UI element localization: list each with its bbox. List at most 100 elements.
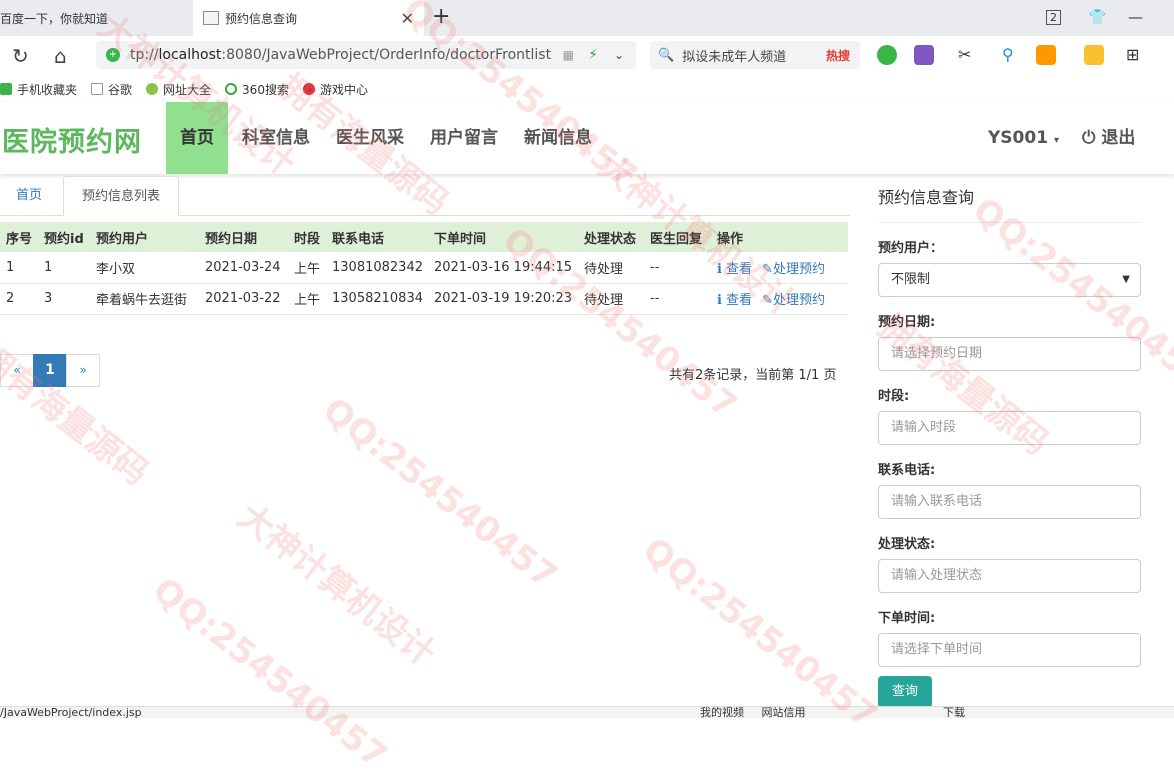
pencil-icon: ✎ (762, 293, 774, 308)
bookmarks-bar: 手机收藏夹 谷歌 网址大全 360搜索 游戏中心 (0, 76, 1174, 102)
tab-home[interactable]: 首页 (16, 176, 42, 216)
bookmark-mobile[interactable]: 手机收藏夹 (0, 81, 77, 98)
browser-tab-active[interactable]: 预约信息查询 ✕ (193, 0, 424, 36)
reload-icon[interactable]: ↻ (12, 44, 29, 68)
chevron-down-icon[interactable]: ⌄ (614, 48, 624, 62)
shirt-icon[interactable]: 👕 (1088, 8, 1107, 26)
browser-tab-title: 预约信息查询 (225, 11, 298, 26)
cell-user: 牵着蜗牛去逛街 (96, 293, 188, 308)
cell-time: 2021-03-16 19:44:15 (434, 259, 573, 275)
col-id: 预约id (44, 231, 84, 247)
url-input[interactable]: + tp://localhost:8080/JavaWebProject/Ord… (96, 41, 636, 69)
cell-date: 2021-03-24 (205, 259, 281, 275)
query-button[interactable]: 查询 (878, 676, 932, 708)
new-tab-icon[interactable]: + (432, 4, 450, 29)
cell-actions: i 查看 ✎处理预约 (711, 252, 848, 283)
minimize-icon[interactable]: — (1128, 8, 1143, 26)
user-menu[interactable]: YS001 ▾ (988, 102, 1059, 174)
logout-label: 退出 (1101, 128, 1136, 148)
360-icon (225, 83, 238, 95)
breadcrumb-tabs: 首页 预约信息列表 (0, 174, 850, 216)
secure-shield-icon: + (106, 48, 120, 62)
translate-icon[interactable] (914, 45, 934, 65)
url-path: :8080/JavaWebProject/OrderInfo/doctorFro… (221, 47, 552, 63)
tab-order-list[interactable]: 预约信息列表 (63, 176, 179, 216)
bookmark-google[interactable]: 谷歌 (91, 81, 132, 98)
col-user: 预约用户 (96, 231, 149, 247)
info-icon: i (717, 293, 722, 308)
game-icon[interactable] (1036, 45, 1056, 65)
cell-id: 1 (44, 259, 53, 275)
cell-date: 2021-03-22 (205, 291, 281, 306)
cell-state: 待处理 (584, 261, 624, 277)
cell-slot: 上午 (294, 261, 321, 277)
nav-messages[interactable]: 用户留言 (430, 102, 498, 174)
cell-id: 3 (44, 291, 53, 306)
date-label: 预约日期: (878, 315, 936, 330)
watermark-text: QQ:254540457 (145, 570, 395, 777)
page-1-button[interactable]: 1 (33, 354, 67, 387)
col-phone: 联系电话 (332, 231, 385, 247)
globe-icon (146, 83, 159, 95)
select-caret-icon: ▼ (1122, 274, 1130, 285)
bookmark-sites[interactable]: 网址大全 (146, 81, 211, 98)
caret-down-icon: ▾ (1053, 135, 1059, 146)
cell-phone: 13081082342 (332, 259, 423, 275)
table-row: 1 1 李小双 2021-03-24 上午 13081082342 2021-0… (0, 252, 848, 283)
status-video[interactable]: 我的视频 (700, 707, 744, 718)
search-box[interactable]: 🔍 拟设未成年人频道 热搜 (650, 41, 860, 69)
table-row: 2 3 牵着蜗牛去逛街 2021-03-22 上午 13058210834 20… (0, 283, 848, 314)
qr-icon[interactable]: ▦ (563, 48, 574, 62)
cell-no: 1 (6, 259, 15, 275)
close-tab-icon[interactable]: ✕ (401, 9, 414, 28)
next-page-button[interactable]: » (66, 354, 100, 387)
cell-actions: i 查看 ✎处理预约 (711, 283, 848, 314)
phone-input[interactable]: 请输入联系电话 (878, 485, 1141, 519)
nav-news[interactable]: 新闻信息 (524, 102, 592, 174)
user-select[interactable]: 不限制 ▼ (878, 263, 1141, 297)
prev-page-button[interactable]: « (0, 354, 34, 387)
site-brand[interactable]: 医院预约网 (2, 120, 142, 159)
nav-doctors[interactable]: 医生风采 (336, 102, 404, 174)
bookmark-games[interactable]: 游戏中心 (302, 81, 368, 98)
browser-status-bar: /JavaWebProject/index.jsp 我的视频 网站信用 下载 (0, 706, 1174, 718)
view-link[interactable]: i 查看 (717, 293, 752, 308)
bookmark-360[interactable]: 360搜索 (225, 81, 289, 98)
col-no: 序号 (6, 231, 33, 247)
pagination: « 1 » (0, 354, 100, 387)
view-link[interactable]: i 查看 (717, 262, 752, 277)
username: YS001 (988, 128, 1049, 148)
extension-green-icon[interactable] (877, 45, 897, 65)
magnifier-icon[interactable]: ⚲ (1002, 45, 1022, 65)
status-credit[interactable]: 网站信用 (762, 707, 806, 718)
handle-link[interactable]: ✎处理预约 (762, 262, 825, 277)
cell-time: 2021-03-19 19:20:23 (434, 291, 573, 306)
cell-reply: -- (650, 259, 660, 275)
bolt-icon[interactable]: ⚡ (588, 47, 598, 63)
cell-user: 李小双 (96, 261, 136, 277)
shield-extension-icon[interactable] (1084, 45, 1104, 65)
site-navbar: 医院预约网 首页 科室信息 医生风采 用户留言 新闻信息 YS001 ▾ ⏻ 退… (0, 102, 1174, 174)
state-input[interactable]: 请输入处理状态 (878, 559, 1141, 593)
date-input[interactable]: 请选择预约日期 (878, 337, 1141, 371)
watermark-text: QQ:254540457 (315, 390, 565, 597)
slot-input[interactable]: 请输入时段 (878, 411, 1141, 445)
handle-link[interactable]: ✎处理预约 (762, 293, 825, 308)
tab-count-badge[interactable]: 2 (1046, 10, 1061, 25)
slot-label: 时段: (878, 389, 910, 404)
scissors-icon[interactable]: ✂ (958, 45, 978, 65)
state-label: 处理状态: (878, 537, 936, 552)
address-bar-row: ↻ ⌂ + tp://localhost:8080/JavaWebProject… (0, 36, 1174, 76)
browser-tab-baidu[interactable]: 百度一下，你就知道 (0, 0, 192, 36)
status-download[interactable]: 下载 (943, 707, 965, 718)
page-favicon-icon (203, 11, 219, 25)
game-center-icon (302, 83, 315, 95)
nav-home[interactable]: 首页 (166, 102, 228, 174)
col-reply: 医生回复 (650, 231, 703, 247)
nav-departments[interactable]: 科室信息 (242, 102, 310, 174)
apps-grid-icon[interactable]: ⊞ (1126, 45, 1146, 65)
logout-button[interactable]: ⏻ 退出 (1082, 102, 1135, 174)
home-icon[interactable]: ⌂ (54, 44, 67, 68)
time-label: 下单时间: (878, 611, 936, 626)
time-input[interactable]: 请选择下单时间 (878, 633, 1141, 667)
